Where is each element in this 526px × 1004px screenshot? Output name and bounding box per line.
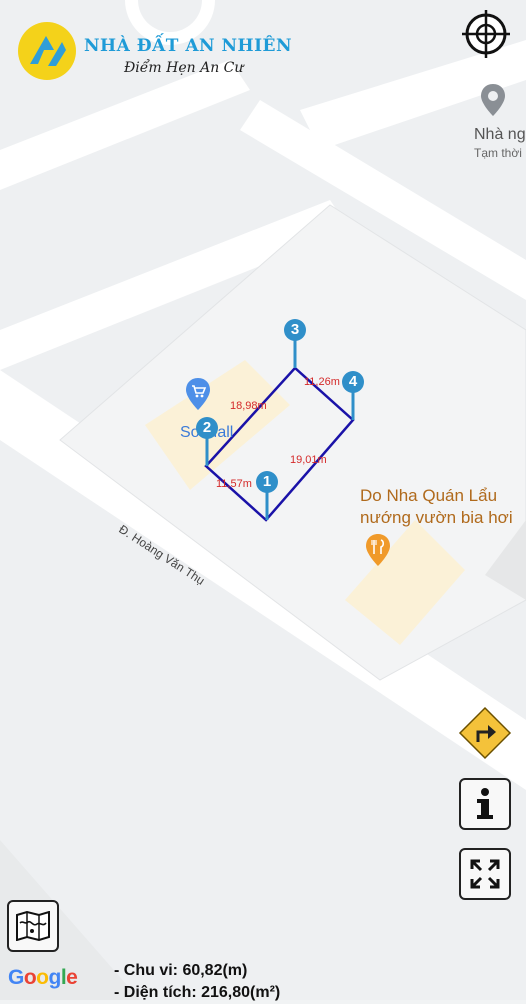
brand-logo: NHÀ ĐẤT AN NHIÊN Điểm Hẹn An Cư [18,22,292,86]
map-layers-button[interactable] [7,900,59,952]
grey-pin-icon [481,84,505,116]
directions-button[interactable] [458,706,512,760]
poi-top-right-sub: Tạm thời [474,146,522,160]
perimeter-text: - Chu vi: 60,82(m) [114,962,248,979]
crosshair-icon [462,10,510,58]
vertex-marker-4[interactable]: 4 [341,370,365,422]
expand-icon [470,859,500,889]
poi-restaurant-line2[interactable]: nướng vườn bia hơi [360,508,513,528]
shopping-cart-pin-icon [186,378,210,410]
turn-right-icon [458,706,512,760]
edge-length-3: 11,26m [304,376,340,388]
vertex-marker-1[interactable]: 1 [255,470,279,522]
vertex-label-2: 2 [202,419,212,436]
info-button[interactable] [459,778,511,830]
plot-stats: - Chu vi: 60,82(m) - Diện tích: 216,80(m… [114,960,280,1004]
map-icon [16,911,50,941]
vertex-label-1: 1 [262,473,272,490]
logo-emblem [18,22,76,80]
edge-length-1: 11,57m [216,478,252,490]
fullscreen-button[interactable] [459,848,511,900]
poi-top-right[interactable]: Nhà ng Tạm thời [474,82,526,164]
poi-restaurant-line1[interactable]: Do Nha Quán Lẩu [360,486,497,506]
google-attribution: Google [8,966,78,989]
logo-triangle-icon [30,36,66,66]
vertex-marker-3[interactable]: 3 [283,318,307,370]
info-icon [477,788,493,819]
edge-length-2: 18,98m [230,400,267,412]
restaurant-pin-icon[interactable] [364,532,392,568]
brand-slogan: Điểm Hẹn An Cư [124,60,244,76]
edge-length-4: 19,01m [290,454,327,466]
vertex-marker-2[interactable]: 2 [195,416,219,468]
brand-name: NHÀ ĐẤT AN NHIÊN [84,36,293,56]
area-text: - Diện tích: 216,80(m²) [114,984,281,1001]
locate-button[interactable] [460,8,512,60]
vertex-label-3: 3 [290,321,300,338]
poi-top-right-name: Nhà ng [474,126,526,143]
vertex-label-4: 4 [348,373,358,390]
